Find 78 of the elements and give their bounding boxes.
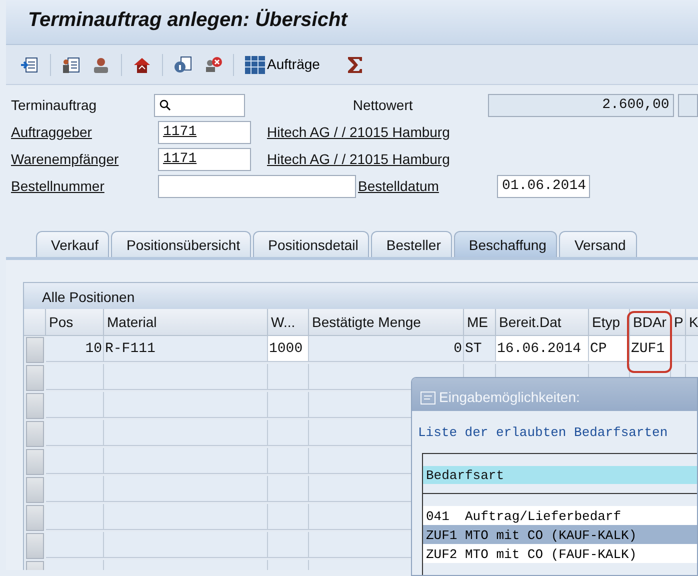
tab[interactable]: Positionsübersicht — [111, 231, 252, 257]
table-cell — [268, 364, 309, 390]
table-cell: 16.06.2014 — [496, 336, 589, 362]
document-info-icon — [173, 54, 193, 74]
table-cell — [46, 392, 104, 418]
tab[interactable]: Besteller — [371, 231, 452, 257]
partner-link[interactable]: Hitech AG / / 21015 Hamburg — [267, 122, 450, 143]
tab[interactable]: Positionsdetail — [253, 231, 370, 257]
person-document-icon — [61, 54, 81, 74]
person-delete-icon — [203, 54, 223, 74]
table-cell — [46, 364, 104, 390]
input-field — [678, 94, 698, 117]
row-selector[interactable] — [26, 505, 44, 531]
table-cell: ZUF1 — [630, 336, 671, 362]
field-label[interactable]: Auftraggeber — [11, 122, 158, 143]
table-icon — [244, 54, 266, 74]
column-header: BDAr — [630, 309, 671, 336]
table-cell: CP — [589, 336, 630, 362]
search-field[interactable] — [154, 94, 245, 117]
table-cell — [46, 448, 104, 474]
document-info-button[interactable] — [173, 54, 193, 74]
input-field: 2.600,00 — [488, 94, 674, 117]
tab[interactable]: Beschaffung — [454, 231, 558, 257]
list-item[interactable]: ZUF1 MTO mit CO (KAUF-KALK) — [423, 524, 697, 544]
sum-button[interactable] — [346, 54, 364, 74]
input-field[interactable]: 01.06.2014 — [497, 175, 590, 198]
dialog-title: Eingabemöglichkeiten: — [439, 388, 580, 407]
field-label[interactable]: Bestelldatum — [358, 176, 497, 197]
table-cell: ST — [464, 336, 496, 362]
person-delete-button[interactable] — [203, 54, 223, 74]
row-selector[interactable] — [26, 533, 44, 559]
list-item[interactable]: ZUF2 MTO mit CO (FAUF-KALK) — [423, 544, 697, 562]
row-selector[interactable] — [26, 393, 44, 419]
column-header: Pos — [46, 309, 104, 336]
corner-cell — [24, 309, 46, 336]
row-selector[interactable] — [26, 421, 44, 447]
group-title: Alle Positionen — [42, 289, 135, 305]
tab[interactable]: Versand — [559, 231, 637, 257]
table-cell — [46, 476, 104, 502]
input-field[interactable]: 1171 — [158, 148, 251, 171]
list-item[interactable]: 041 Auftrag/Lieferbedarf — [423, 506, 697, 524]
column-header: P — [671, 309, 686, 336]
person-document-button[interactable] — [61, 54, 81, 74]
table-cell — [46, 504, 104, 530]
search-icon — [159, 99, 172, 112]
table-cell: 1000 — [268, 336, 309, 362]
table-cell: R-F111 — [104, 336, 268, 362]
column-header: Bestätigte Menge — [309, 309, 464, 336]
column-header: Bereit.Dat — [496, 309, 589, 336]
column-header: Etyp — [589, 309, 630, 336]
column-header: K — [686, 309, 698, 336]
list-header: Bedarfsart — [423, 466, 697, 484]
row-selector[interactable] — [26, 337, 44, 363]
table-cell: 0 — [309, 336, 464, 362]
enter-document-icon — [20, 54, 40, 74]
input-field[interactable]: 1171 — [158, 121, 251, 144]
row-selector[interactable] — [26, 449, 44, 475]
table-cell — [46, 532, 104, 558]
table-cell: 10 — [46, 336, 104, 362]
column-header: ME — [464, 309, 496, 336]
field-label[interactable]: Bestellnummer — [11, 176, 158, 197]
orders-button[interactable]: Aufträge — [244, 54, 320, 75]
list-icon — [420, 390, 436, 404]
dialog-text: Liste der erlaubten Bedarfsarten — [417, 424, 669, 442]
enter-document-button[interactable] — [20, 54, 40, 74]
window-title: Terminauftrag anlegen: Übersicht — [28, 8, 348, 32]
field-label: Terminauftrag — [11, 96, 98, 115]
table-cell — [46, 420, 104, 446]
partner-link[interactable]: Hitech AG / / 21015 Hamburg — [267, 149, 450, 170]
tab[interactable]: Verkauf — [36, 231, 110, 257]
sum-icon — [346, 54, 364, 74]
input-field[interactable] — [158, 175, 356, 198]
row-selector[interactable] — [26, 477, 44, 503]
column-header: W... — [268, 309, 309, 336]
row-selector[interactable] — [26, 365, 44, 391]
field-label[interactable]: Warenempfänger — [11, 149, 158, 170]
field-label: Nettowert — [352, 96, 414, 115]
column-header: Material — [104, 309, 268, 336]
